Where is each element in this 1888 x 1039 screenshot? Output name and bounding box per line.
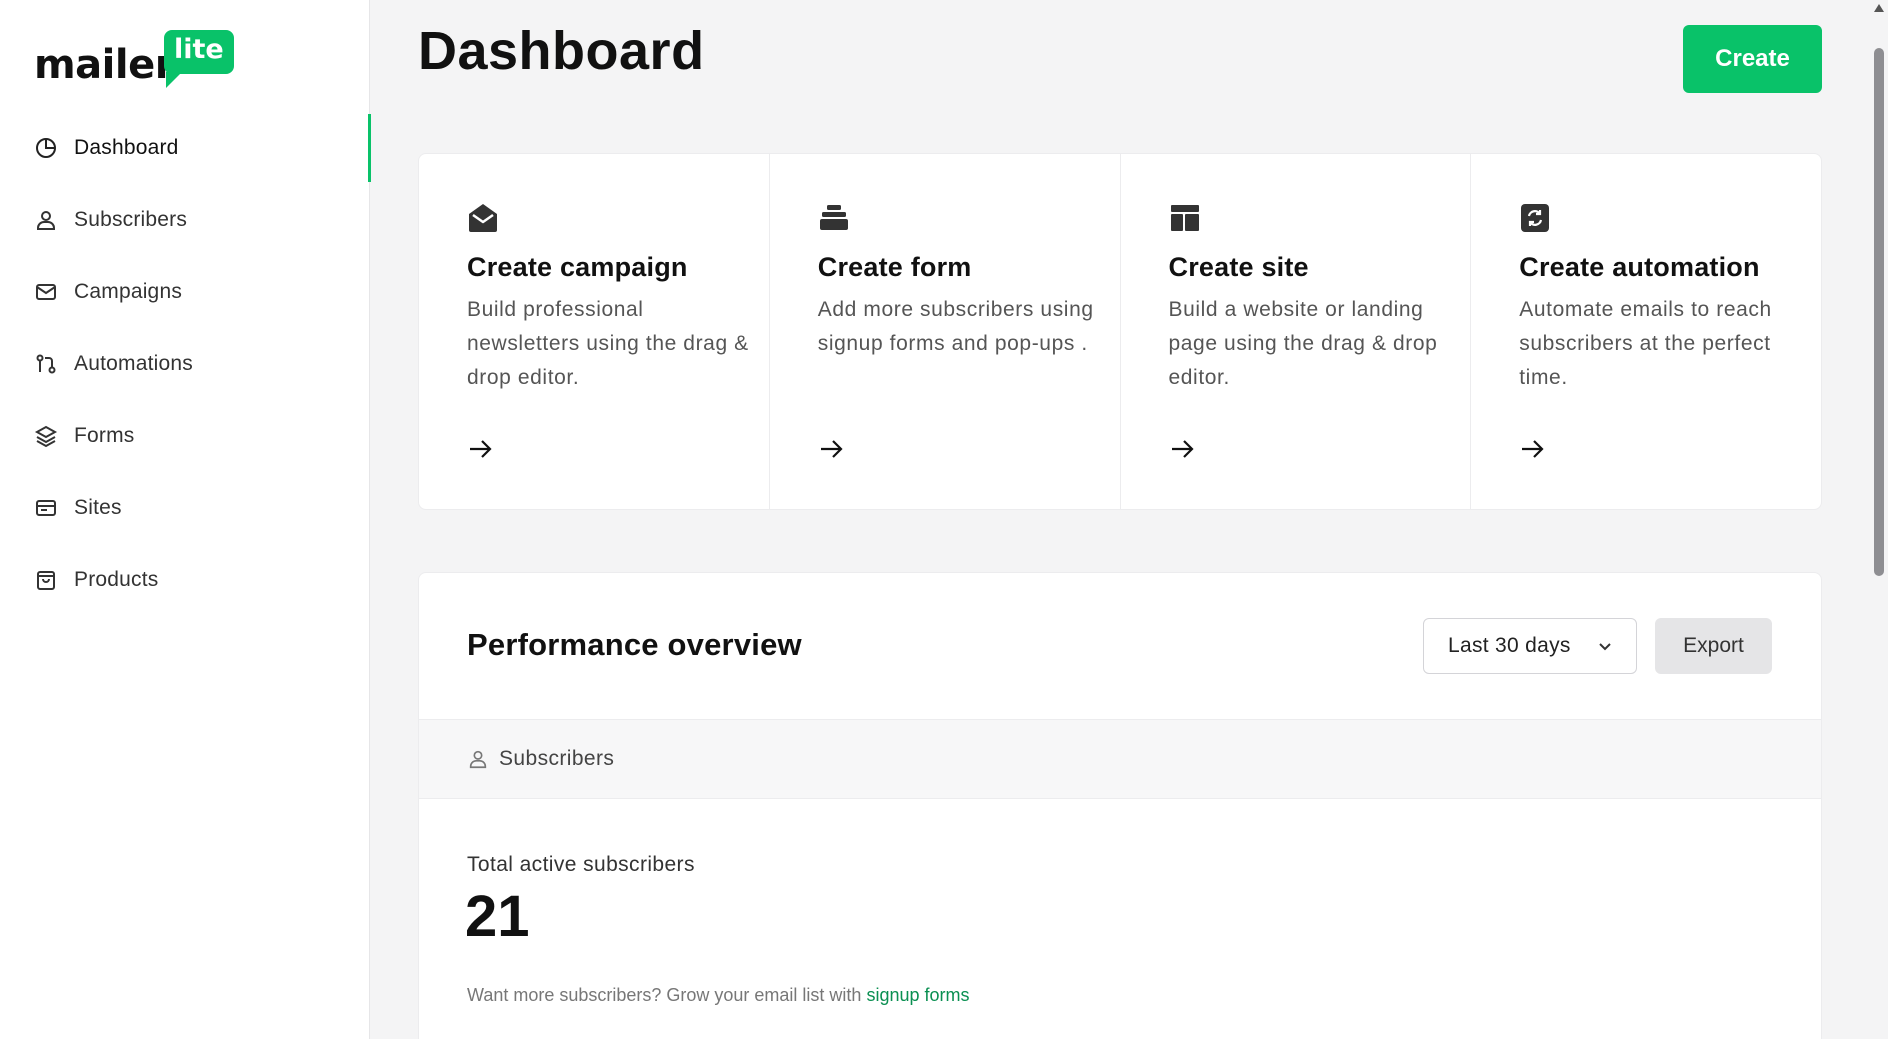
workflow-icon	[34, 352, 58, 376]
arrow-right-icon[interactable]	[818, 436, 844, 462]
sidebar-item-label: Forms	[74, 424, 135, 447]
hint-text: Want more subscribers? Grow your email l…	[467, 985, 862, 1005]
user-icon	[467, 748, 489, 770]
sidebar-item-label: Sites	[74, 496, 122, 519]
card-create-automation[interactable]: Create automation Automate emails to rea…	[1471, 154, 1821, 509]
performance-title: Performance overview	[467, 627, 802, 662]
sidebar-item-sites[interactable]: Sites	[0, 472, 370, 544]
arrow-right-icon[interactable]	[1519, 436, 1545, 462]
arrow-right-icon[interactable]	[467, 436, 493, 462]
arrow-right-icon[interactable]	[1169, 436, 1195, 462]
sidebar-item-automations[interactable]: Automations	[0, 328, 370, 400]
quick-actions: Create campaign Build professional newsl…	[418, 153, 1822, 510]
layers-icon	[34, 424, 58, 448]
sidebar-nav: Dashboard Subscribers Campaigns Automati…	[0, 112, 371, 616]
card-title: Create campaign	[467, 252, 688, 282]
envelope-icon	[34, 280, 58, 304]
performance-overview: Performance overview Last 30 days Export…	[418, 572, 1822, 1039]
card-create-form[interactable]: Create form Add more subscribers using s…	[770, 154, 1121, 509]
mailerlite-logo[interactable]: mailer lite	[34, 30, 234, 90]
card-description: Automate emails to reach subscribers at …	[1519, 298, 1772, 389]
card-title: Create form	[817, 252, 972, 282]
grow-hint: Want more subscribers? Grow your email l…	[467, 985, 970, 1006]
clock-pie-icon	[34, 136, 58, 160]
vertical-scrollbar[interactable]	[1870, 0, 1888, 1039]
scroll-up-arrow-icon[interactable]	[1874, 4, 1884, 12]
card-create-campaign[interactable]: Create campaign Build professional newsl…	[419, 154, 770, 509]
sidebar-item-label: Products	[74, 568, 159, 591]
open-envelope-icon	[467, 202, 499, 234]
date-range-value: Last 30 days	[1448, 634, 1571, 657]
create-button[interactable]: Create	[1683, 25, 1822, 93]
card-description: Add more subscribers using signup forms …	[817, 298, 1094, 355]
user-icon	[34, 208, 58, 232]
tab-subscribers[interactable]: Subscribers	[419, 719, 1821, 799]
sidebar-item-campaigns[interactable]: Campaigns	[0, 256, 370, 328]
form-stack-icon	[818, 202, 850, 234]
logo-word: mailer	[34, 42, 174, 88]
sidebar-item-subscribers[interactable]: Subscribers	[0, 184, 370, 256]
sidebar-item-forms[interactable]: Forms	[0, 400, 370, 472]
metric-label: Total active subscribers	[467, 853, 695, 876]
scroll-thumb[interactable]	[1874, 48, 1884, 576]
card-description: Build professional newsletters using the…	[467, 298, 749, 389]
shopping-bag-icon	[34, 568, 58, 592]
sidebar-item-label: Dashboard	[74, 136, 179, 159]
sidebar-item-dashboard[interactable]: Dashboard	[0, 112, 371, 184]
card-title: Create automation	[1519, 252, 1760, 282]
sidebar-item-label: Campaigns	[74, 280, 183, 303]
signup-forms-link[interactable]: signup forms	[866, 985, 969, 1005]
tab-label: Subscribers	[499, 747, 615, 770]
export-button[interactable]: Export	[1655, 618, 1772, 674]
sidebar-item-label: Subscribers	[74, 208, 188, 231]
page-title: Dashboard	[418, 21, 705, 81]
sidebar-item-label: Automations	[74, 352, 193, 375]
sidebar-item-products[interactable]: Products	[0, 544, 370, 616]
app-root: mailer lite Dashboard Subscribers Campai…	[0, 0, 1888, 1039]
card-title: Create site	[1168, 252, 1309, 282]
chevron-down-icon	[1596, 637, 1614, 655]
logo-badge: lite	[164, 30, 234, 88]
sidebar: mailer lite Dashboard Subscribers Campai…	[0, 0, 371, 1039]
layout-icon	[1169, 202, 1201, 234]
main-content: Dashboard Create Create campaign Build p…	[370, 0, 1870, 1039]
sync-icon	[1519, 202, 1551, 234]
card-description: Build a website or landing page using th…	[1168, 298, 1438, 389]
date-range-select[interactable]: Last 30 days	[1423, 618, 1637, 674]
browser-window-icon	[34, 496, 58, 520]
metric-value: 21	[465, 884, 530, 949]
card-create-site[interactable]: Create site Build a website or landing p…	[1121, 154, 1472, 509]
